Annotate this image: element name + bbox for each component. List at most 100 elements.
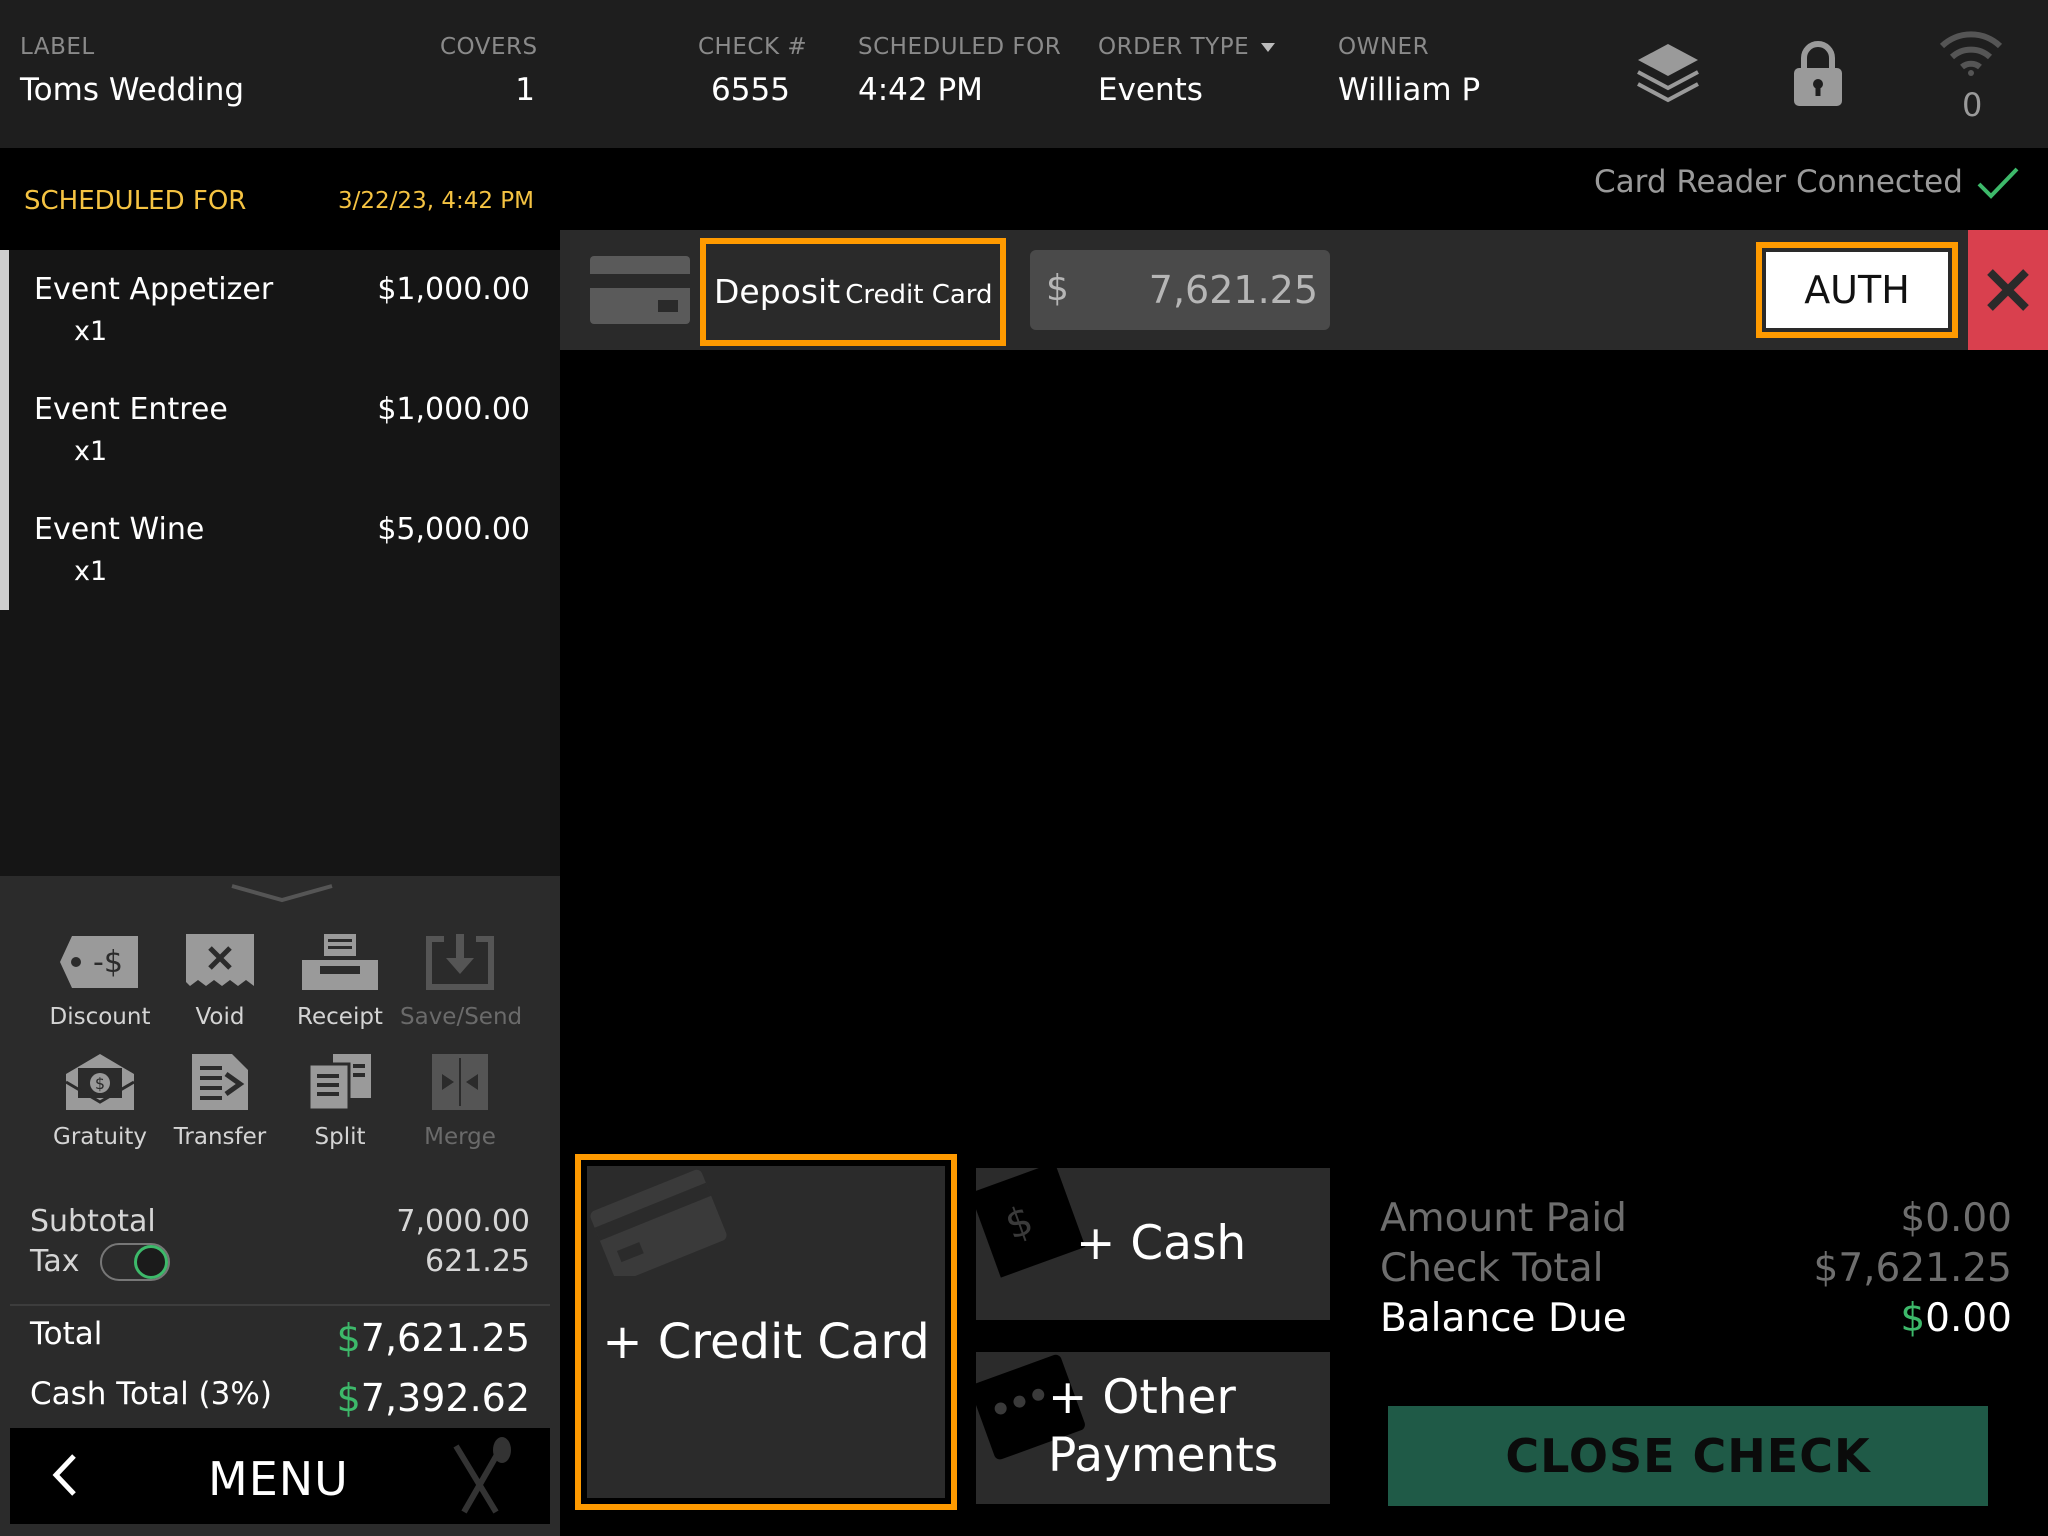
- receipt-printer-icon: [302, 934, 378, 990]
- order-type-value: Events: [1098, 72, 1203, 108]
- balance-due-amount: 0.00: [1925, 1296, 2012, 1341]
- total-value: $7,621.25: [337, 1316, 530, 1360]
- order-type-caption: ORDER TYPE: [1098, 34, 1276, 60]
- label-value: Toms Wedding: [20, 72, 245, 108]
- svg-text:-$: -$: [93, 945, 123, 980]
- add-other-label-line2: Payments: [1048, 1428, 1279, 1483]
- add-cash-label: + Cash: [1076, 1216, 1247, 1271]
- chevron-down-icon: [1261, 43, 1276, 52]
- scheduled-for-caption: SCHEDULED FOR: [858, 34, 1062, 60]
- wifi-count: 0: [1962, 86, 1983, 124]
- total-currency: $: [336, 1316, 361, 1360]
- order-type-caption-text: ORDER TYPE: [1098, 34, 1250, 60]
- item-name: Event Wine: [34, 512, 205, 547]
- close-check-button[interactable]: CLOSE CHECK: [1388, 1406, 1988, 1506]
- add-credit-card-label: + Credit Card: [602, 1314, 930, 1370]
- owner-value: William P: [1338, 72, 1481, 108]
- owner-caption: OWNER: [1338, 34, 1430, 60]
- add-credit-card-button[interactable]: + Credit Card: [587, 1166, 945, 1498]
- amount-input[interactable]: $ 7,621.25: [1030, 250, 1330, 330]
- split-icon: [307, 1054, 371, 1112]
- total-amount: 7,621.25: [360, 1316, 530, 1360]
- cash-total-currency: $: [336, 1376, 361, 1420]
- cash-total-value: $7,392.62: [337, 1376, 530, 1420]
- top-header: LABEL Toms Wedding COVERS 1 CHECK # 6555…: [0, 0, 2048, 148]
- amount-currency: $: [1046, 268, 1069, 309]
- check-total-value: $7,621.25: [1813, 1246, 2013, 1291]
- add-other-payments-button[interactable]: + Other Payments: [976, 1352, 1330, 1504]
- lock-icon[interactable]: [1790, 38, 1846, 112]
- credit-card-highlight: + Credit Card: [575, 1154, 957, 1510]
- amount-paid-label: Amount Paid: [1380, 1196, 1627, 1241]
- save-send-button[interactable]: Save/Send: [400, 932, 523, 1042]
- subtotal-label: Subtotal: [30, 1204, 156, 1239]
- scheduled-bar: SCHEDULED FOR 3/22/23, 4:42 PM: [0, 148, 560, 250]
- balance-due-currency: $: [1900, 1296, 1926, 1341]
- merge-button[interactable]: Merge: [400, 1052, 520, 1162]
- label-caption: LABEL: [20, 34, 95, 60]
- check-total-label: Check Total: [1380, 1246, 1604, 1291]
- covers-field[interactable]: COVERS 1: [440, 34, 537, 108]
- void-label: Void: [195, 1004, 245, 1030]
- total-label: Total: [30, 1316, 103, 1352]
- menu-bar[interactable]: MENU: [10, 1428, 550, 1524]
- split-button[interactable]: Split: [280, 1052, 400, 1162]
- add-cash-button[interactable]: $ + Cash: [976, 1168, 1330, 1320]
- layers-icon[interactable]: [1634, 40, 1702, 112]
- gratuity-label: Gratuity: [53, 1124, 147, 1150]
- discount-label: Discount: [49, 1004, 151, 1030]
- check-icon: [1977, 167, 2019, 199]
- utensils-icon: [453, 1437, 511, 1514]
- payment-method: Deposit Credit Card: [714, 272, 993, 311]
- menu-label: MENU: [208, 1452, 349, 1506]
- scheduled-for-field[interactable]: SCHEDULED FOR 4:42 PM: [858, 34, 1061, 108]
- chevron-down-icon[interactable]: [230, 882, 334, 904]
- receipt-label: Receipt: [297, 1004, 383, 1030]
- close-icon: [1987, 269, 2029, 311]
- amount-value: 7,621.25: [1148, 268, 1318, 312]
- item-qty: x1: [74, 316, 108, 347]
- merge-label: Merge: [424, 1124, 496, 1150]
- item-qty: x1: [74, 436, 108, 467]
- label-field[interactable]: LABEL Toms Wedding: [20, 34, 244, 108]
- check-number-field: CHECK # 6555: [698, 34, 808, 108]
- back-chevron-icon[interactable]: [50, 1450, 80, 1500]
- receipt-button[interactable]: Receipt: [280, 932, 400, 1042]
- gratuity-envelope-icon: $: [65, 1054, 135, 1110]
- save-send-label: Save/Send: [400, 1004, 523, 1030]
- items-scrollbar[interactable]: [0, 250, 9, 610]
- tax-label: Tax: [30, 1244, 80, 1279]
- toggle-knob: [134, 1245, 168, 1279]
- owner-field[interactable]: OWNER William P: [1338, 34, 1480, 108]
- split-label: Split: [314, 1124, 366, 1150]
- auth-button[interactable]: AUTH: [1766, 252, 1948, 328]
- item-name: Event Entree: [34, 392, 228, 427]
- transfer-icon: [192, 1054, 248, 1110]
- item-name: Event Appetizer: [34, 272, 274, 307]
- tax-value: 621.25: [425, 1244, 530, 1279]
- transfer-label: Transfer: [173, 1124, 267, 1150]
- discount-tag-icon: -$: [60, 936, 138, 988]
- order-type-field[interactable]: ORDER TYPE Events: [1098, 34, 1276, 108]
- covers-value: 1: [515, 72, 535, 108]
- payment-row: Deposit Credit Card $ 7,621.25 AUTH: [560, 230, 2048, 350]
- add-other-label-line1: + Other: [1048, 1370, 1236, 1425]
- scheduled-label: SCHEDULED FOR: [24, 186, 247, 216]
- gratuity-button[interactable]: $ Gratuity: [40, 1052, 160, 1162]
- transfer-button[interactable]: Transfer: [160, 1052, 280, 1162]
- wifi-icon[interactable]: [1938, 30, 2004, 80]
- balance-due-label: Balance Due: [1380, 1296, 1627, 1341]
- void-button[interactable]: Void: [160, 932, 280, 1042]
- cash-total-label: Cash Total (3%): [30, 1376, 272, 1412]
- item-price: $5,000.00: [377, 512, 530, 547]
- remove-payment-button[interactable]: [1968, 230, 2048, 350]
- auth-highlight: AUTH: [1756, 242, 1958, 338]
- payment-method-box[interactable]: Deposit Credit Card: [700, 238, 1006, 346]
- void-receipt-icon: [186, 934, 254, 986]
- scheduled-for-value: 4:42 PM: [858, 72, 983, 108]
- payment-method-sub: Credit Card: [845, 280, 993, 310]
- discount-button[interactable]: -$ Discount: [40, 932, 160, 1042]
- tax-toggle[interactable]: [100, 1243, 170, 1281]
- merge-icon: [432, 1054, 488, 1110]
- check-number-caption: CHECK #: [698, 34, 808, 60]
